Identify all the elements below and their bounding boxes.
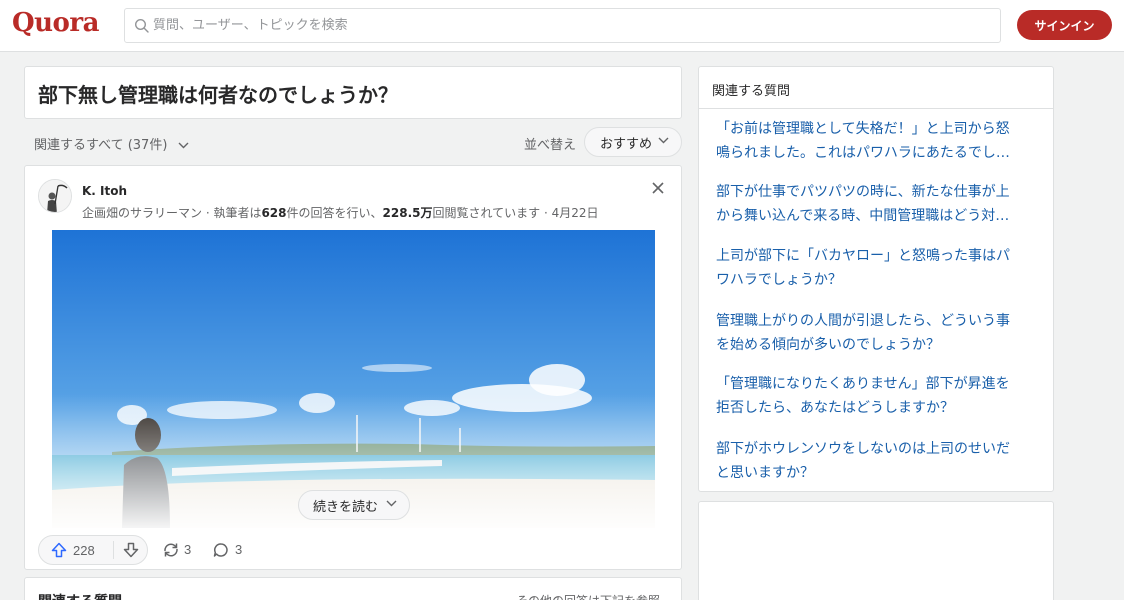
comment-button[interactable]: 3 — [211, 535, 251, 565]
related-questions-bottom: 関連する質問 その他の回答は下記を参照 — [24, 577, 682, 600]
related-question-line: 部下がホウレンソウをしないのは上司のせいだ — [716, 441, 1010, 457]
related-question-line: 部下が仕事でパツパツの時に、新たな仕事が上 — [716, 184, 1010, 200]
share-button[interactable]: 3 — [160, 535, 200, 565]
chevron-down-icon — [658, 137, 669, 144]
upvote-button[interactable]: 228 — [39, 536, 113, 564]
author-name[interactable]: K. Itoh — [82, 184, 127, 198]
related-question-line: 鳴られました。これはパワハラにあたるでし… — [716, 145, 1010, 161]
related-question-link[interactable]: 「お前は管理職として失格だ！」と上司から怒 鳴られました。これはパワハラにあたる… — [716, 117, 1036, 165]
related-question-line: 管理職上がりの人間が引退したら、どういう事 — [716, 313, 1010, 329]
upvote-count: 228 — [73, 543, 95, 558]
related-all-label: 関連するすべて (37件) — [34, 138, 168, 153]
avatar-figure-icon — [39, 180, 71, 212]
related-question-line: と思いますか？ — [716, 465, 814, 481]
author-credential: 企画畑のサラリーマン · 執筆者は628件の回答を行い、228.5万回閲覧されて… — [82, 204, 599, 221]
close-button[interactable] — [647, 178, 669, 200]
related-bottom-note: その他の回答は下記を参照 — [516, 592, 660, 600]
filter-row: 関連するすべて (37件) 並べ替え おすすめ — [24, 126, 682, 158]
related-question-link[interactable]: 管理職上がりの人間が引退したら、どういう事 を始める傾向が多いのでしょうか？ — [716, 309, 1036, 357]
search-bar[interactable] — [124, 8, 1001, 43]
signin-button[interactable]: サインイン — [1017, 10, 1112, 40]
top-header: Quora サインイン — [0, 0, 1124, 52]
arrow-up-icon — [51, 542, 67, 558]
related-question-line: ワハラでしょうか？ — [716, 272, 842, 288]
arrow-down-icon — [123, 542, 139, 558]
sidebar-related-questions: 関連する質問 「お前は管理職として失格だ！」と上司から怒 鳴られました。これはパ… — [698, 66, 1054, 492]
sidebar-title: 関連する質問 — [712, 84, 791, 99]
related-question-link[interactable]: 「管理職になりたくありません」部下が昇進を 拒否したら、あなたはどうしますか？ — [716, 372, 1036, 420]
related-question-line: から舞い込んで来る時、中間管理職はどう対… — [716, 208, 1010, 224]
related-question-line: を始める傾向が多いのでしょうか？ — [716, 337, 940, 353]
search-icon — [134, 18, 149, 33]
close-icon — [652, 181, 664, 194]
answer-image[interactable] — [52, 230, 655, 528]
credential-suffix: 回閲覧されています · 4月22日 — [432, 206, 599, 220]
view-count: 228.5万 — [382, 206, 433, 220]
vote-group: 228 — [38, 535, 148, 565]
question-title: 部下無し管理職は何者なのでしょうか？ — [38, 83, 398, 107]
related-question-link[interactable]: 部下が仕事でパツパツの時に、新たな仕事が上 から舞い込んで来る時、中間管理職はど… — [716, 180, 1036, 228]
chevron-down-icon — [386, 500, 397, 507]
question-card: 部下無し管理職は何者なのでしょうか？ — [24, 66, 682, 119]
sidebar-ad-slot — [698, 501, 1054, 600]
comment-icon — [213, 543, 228, 557]
related-question-link[interactable]: 部下がホウレンソウをしないのは上司のせいだ と思いますか？ — [716, 437, 1036, 485]
read-more-button[interactable]: 続きを読む — [298, 490, 410, 520]
beach-photo — [52, 230, 655, 528]
answer-count: 628 — [261, 206, 287, 220]
comment-count: 3 — [235, 542, 243, 557]
sort-dropdown[interactable]: おすすめ — [584, 127, 682, 157]
read-more-label: 続きを読む — [313, 499, 379, 515]
sidebar-divider — [699, 108, 1053, 109]
downvote-button[interactable] — [114, 536, 148, 564]
answer-card: K. Itoh 企画畑のサラリーマン · 執筆者は628件の回答を行い、228.… — [24, 165, 682, 570]
related-question-line: 「管理職になりたくありません」部下が昇進を — [716, 376, 1010, 392]
related-question-line: 上司が部下に「バカヤロー」と怒鳴った事はパ — [716, 248, 1010, 264]
credential-prefix: 企画畑のサラリーマン · 執筆者は — [82, 206, 262, 220]
chevron-down-icon — [178, 142, 189, 149]
quora-logo[interactable]: Quora — [12, 8, 99, 38]
sort-value: おすすめ — [600, 136, 653, 152]
share-icon — [164, 543, 178, 557]
related-question-link[interactable]: 上司が部下に「バカヤロー」と怒鳴った事はパ ワハラでしょうか？ — [716, 244, 1036, 292]
related-question-line: 拒否したら、あなたはどうしますか？ — [716, 400, 954, 416]
avatar[interactable] — [38, 179, 72, 213]
search-input[interactable] — [153, 9, 993, 42]
related-question-line: 「お前は管理職として失格だ！」と上司から怒 — [716, 121, 1010, 137]
related-all-dropdown[interactable]: 関連するすべて (37件) — [34, 134, 189, 153]
credential-mid: 件の回答を行い、 — [286, 206, 383, 220]
share-count: 3 — [184, 542, 192, 557]
related-bottom-title: 関連する質問 — [38, 591, 122, 600]
sort-label: 並べ替え — [524, 138, 577, 153]
